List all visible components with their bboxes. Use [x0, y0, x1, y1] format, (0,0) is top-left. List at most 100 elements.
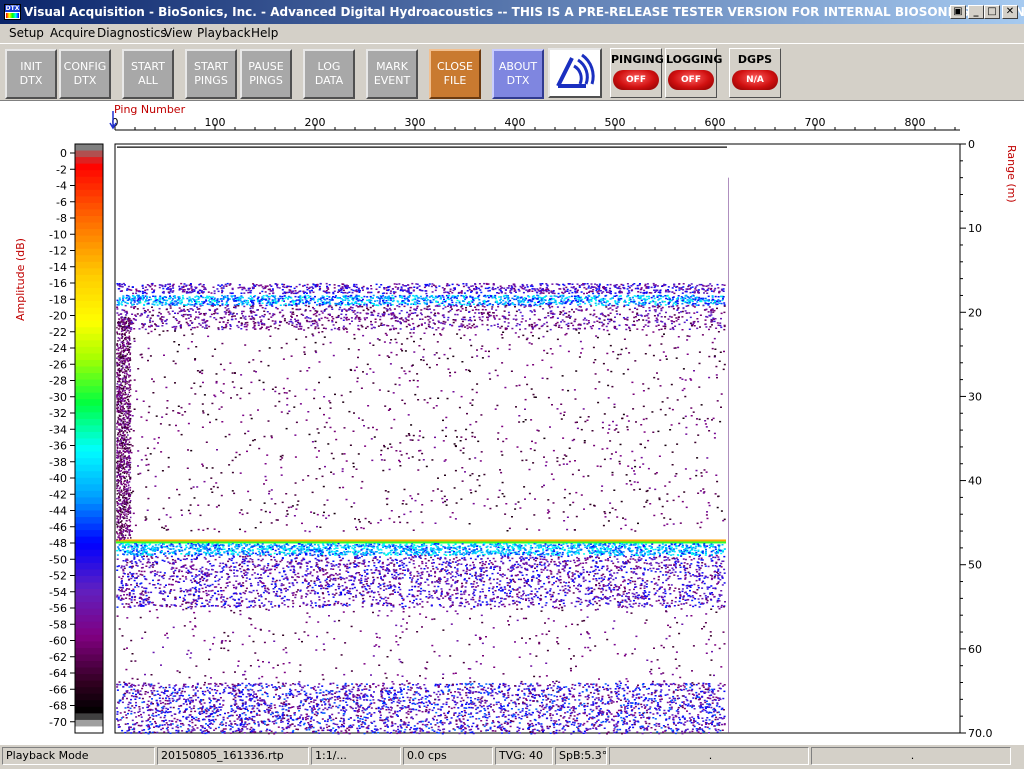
- x-tick-label: 800: [905, 116, 926, 129]
- range-axis: 0 10 20 30 40 50 60 70.0: [960, 138, 993, 740]
- menu-bar: Setup Acquire Diagnostics View Playback …: [0, 24, 1024, 42]
- title-bar: DTX Visual Acquisition - BioSonics, Inc.…: [0, 0, 1024, 24]
- colorbar-tick-label: -4: [56, 180, 67, 193]
- status-spb: SpB:5.3°: [555, 747, 607, 765]
- colorbar-tick-label: -34: [49, 423, 67, 436]
- pause-pings-button[interactable]: PAUSEPINGS: [240, 49, 292, 99]
- dgps-state-badge: N/A: [732, 70, 778, 90]
- y-tick-label: 40: [968, 475, 982, 488]
- colorbar-tick-label: -70: [49, 716, 67, 729]
- colorbar-tick-label: -28: [49, 375, 67, 388]
- status-field-1: .: [609, 747, 809, 765]
- colorbar-tick-label: -22: [49, 326, 67, 339]
- echogram-panel[interactable]: Ping Number Amplitude (dB) Range (m) 0 -2…: [0, 101, 1024, 744]
- colorbar-tick-label: -58: [49, 618, 67, 631]
- dgps-indicator[interactable]: DGPS N/A: [729, 48, 781, 98]
- window-title: Visual Acquisition - BioSonics, Inc. - A…: [24, 5, 1024, 19]
- menu-setup[interactable]: Setup: [9, 26, 44, 40]
- x-tick-label: 500: [605, 116, 626, 129]
- maximize-icon[interactable]: □: [984, 5, 1000, 19]
- status-tvg: TVG: 40: [495, 747, 553, 765]
- toolbar: INITDTX CONFIGDTX STARTALL STARTPINGS PA…: [0, 43, 1024, 101]
- start-all-button[interactable]: STARTALL: [122, 49, 174, 99]
- colorbar-tick-label: -48: [49, 537, 67, 550]
- status-bar: Playback Mode 20150805_161336.rtp 1:1/..…: [0, 744, 1024, 769]
- config-dtx-button[interactable]: CONFIGDTX: [59, 49, 111, 99]
- colorbar-tick-label: -62: [49, 651, 67, 664]
- colorbar-tick-label: -18: [49, 293, 67, 306]
- mark-event-button[interactable]: MARKEVENT: [366, 49, 418, 99]
- colorbar-tick-label: -32: [49, 407, 67, 420]
- x-tick-label: 600: [705, 116, 726, 129]
- x-tick-label: 400: [505, 116, 526, 129]
- colorbar-tick-label: -52: [49, 570, 67, 583]
- colorbar-tick-label: -38: [49, 456, 67, 469]
- x-tick-label: 200: [305, 116, 326, 129]
- init-dtx-button[interactable]: INITDTX: [5, 49, 57, 99]
- colorbar-tick-label: -10: [49, 228, 67, 241]
- log-data-button[interactable]: LOGDATA: [303, 49, 355, 99]
- colorbar-tick-label: -30: [49, 391, 67, 404]
- colorbar-tick-label: -54: [49, 586, 67, 599]
- y-tick-label: 50: [968, 559, 982, 572]
- colorbar-tick-label: -66: [49, 683, 67, 696]
- colorbar-tick-label: -40: [49, 472, 67, 485]
- menu-view[interactable]: View: [164, 26, 192, 40]
- colorbar-tick-label: -26: [49, 358, 67, 371]
- status-mode: Playback Mode: [2, 747, 155, 765]
- pinging-state-badge: OFF: [613, 70, 659, 90]
- menu-diagnostics[interactable]: Diagnostics: [97, 26, 167, 40]
- colorbar-tick-label: 0: [60, 147, 67, 160]
- echogram-chart[interactable]: Ping Number Amplitude (dB) Range (m) 0 -2…: [0, 101, 1024, 744]
- pinging-indicator[interactable]: PINGING OFF: [610, 48, 662, 98]
- colorbar-tick-label: -36: [49, 440, 67, 453]
- colorbar-tick-label: -46: [49, 521, 67, 534]
- colorbar-tick-label: -16: [49, 277, 67, 290]
- y-tick-label: 0: [968, 138, 975, 151]
- minimize-icon[interactable]: _: [968, 5, 984, 19]
- y-tick-label: 70.0: [968, 727, 993, 740]
- menu-playback[interactable]: Playback: [197, 26, 251, 40]
- menu-acquire[interactable]: Acquire: [50, 26, 95, 40]
- amplitude-colorbar: 0 -2 -4 -6 -8 -10 -12 -14 -16 -18 -20 -22 -24 -26 -28 -…: [49, 144, 103, 734]
- x-tick-label: 300: [405, 116, 426, 129]
- colorbar-tick-label: -44: [49, 505, 67, 518]
- status-ratio: 1:1/...: [311, 747, 401, 765]
- colorbar-tick-label: -14: [49, 261, 67, 274]
- status-file: 20150805_161336.rtp: [157, 747, 309, 765]
- y-tick-label: 60: [968, 643, 982, 656]
- close-file-button[interactable]: CLOSEFILE: [429, 49, 481, 99]
- app-icon[interactable]: DTX: [4, 4, 21, 20]
- colorbar-tick-label: -2: [56, 163, 67, 176]
- colorbar-tick-label: -24: [49, 342, 67, 355]
- close-icon[interactable]: ✕: [1002, 5, 1018, 19]
- y-tick-label: 30: [968, 390, 982, 403]
- logging-indicator[interactable]: LOGGING OFF: [665, 48, 717, 98]
- about-dtx-button[interactable]: ABOUTDTX: [492, 49, 544, 99]
- start-pings-button[interactable]: STARTPINGS: [185, 49, 237, 99]
- logging-state-badge: OFF: [668, 70, 714, 90]
- x-axis-label: Ping Number: [114, 103, 186, 116]
- colorbar-tick-label: -42: [49, 488, 67, 501]
- y-tick-label: 10: [968, 222, 982, 235]
- ping-axis: 0100200300400500600700800: [112, 116, 961, 130]
- restore-small-icon[interactable]: ▣: [950, 5, 966, 19]
- colorbar-tick-label: -20: [49, 310, 67, 323]
- y-axis-label: Range (m): [1005, 145, 1018, 203]
- colorbar-tick-label: -6: [56, 196, 67, 209]
- colorbar-tick-label: -60: [49, 635, 67, 648]
- x-tick-label: 700: [805, 116, 826, 129]
- biosonics-logo-icon: [550, 50, 600, 96]
- colorbar-tick-label: -64: [49, 667, 67, 680]
- colorbar-tick-label: -56: [49, 602, 67, 615]
- status-rate: 0.0 cps: [403, 747, 493, 765]
- colorbar-label: Amplitude (dB): [14, 238, 27, 321]
- x-tick-label: 100: [205, 116, 226, 129]
- menu-help[interactable]: Help: [251, 26, 278, 40]
- biosonics-logo-icon[interactable]: [548, 48, 602, 98]
- colorbar-tick-label: -50: [49, 553, 67, 566]
- colorbar-tick-label: -8: [56, 212, 67, 225]
- y-tick-label: 20: [968, 306, 982, 319]
- status-field-2: .: [811, 747, 1011, 765]
- colorbar-tick-label: -12: [49, 245, 67, 258]
